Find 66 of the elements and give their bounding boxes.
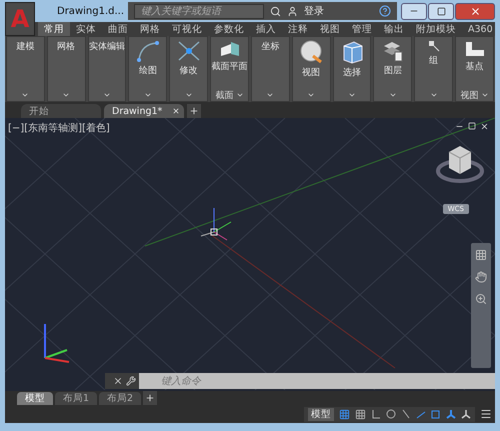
- ribbon-tab[interactable]: 常用: [38, 22, 70, 36]
- layout-tab[interactable]: 布局1: [55, 392, 98, 405]
- minimize-button[interactable]: [401, 2, 427, 20]
- dropdown-icon[interactable]: [430, 91, 438, 99]
- ribbon-tab[interactable]: 实体: [70, 22, 102, 36]
- ribbon-tab[interactable]: 插入: [250, 22, 282, 36]
- dropdown-icon[interactable]: [62, 91, 70, 99]
- base-point-icon: [464, 40, 486, 58]
- file-tab[interactable]: 开始: [21, 104, 101, 118]
- close-icon[interactable]: [172, 107, 180, 115]
- close-icon[interactable]: [480, 122, 489, 131]
- layout-tab[interactable]: 布局2: [99, 392, 142, 405]
- layout-tab[interactable]: 模型: [17, 392, 53, 405]
- ribbon-tab[interactable]: 参数化: [208, 22, 250, 36]
- pan-icon[interactable]: [475, 271, 487, 283]
- dropdown-icon[interactable]: [307, 91, 316, 99]
- plus-icon: [189, 106, 199, 116]
- sign-in-link[interactable]: 登录: [304, 4, 324, 18]
- dropdown-icon[interactable]: [348, 91, 356, 99]
- restore-icon[interactable]: [468, 122, 476, 130]
- maximize-button[interactable]: [428, 2, 454, 20]
- ribbon-tab[interactable]: 可视化: [166, 22, 208, 36]
- dropdown-icon[interactable]: [388, 91, 397, 99]
- ribbon-button[interactable]: 截面平面: [211, 37, 248, 89]
- sphere-icon: [299, 40, 324, 64]
- plane-icon: [218, 40, 241, 58]
- dropdown-icon[interactable]: [21, 91, 30, 99]
- help-icon[interactable]: [379, 5, 391, 17]
- viewport-label[interactable]: [−][东南等轴测][着色]: [8, 121, 110, 135]
- ribbon-tab[interactable]: 输出: [378, 22, 410, 36]
- dropdown-icon[interactable]: [236, 91, 244, 99]
- menu-icon[interactable]: [480, 408, 492, 420]
- close-icon[interactable]: [113, 376, 123, 386]
- zoom-icon[interactable]: [475, 293, 487, 305]
- ribbon-tab[interactable]: 曲面: [102, 22, 134, 36]
- close-button[interactable]: [455, 2, 495, 20]
- panel-title: 截面: [216, 90, 234, 102]
- search-icon[interactable]: [270, 6, 282, 16]
- ribbon-tab[interactable]: 注释: [282, 22, 314, 36]
- command-input[interactable]: 键入命令: [139, 373, 495, 389]
- maximize-icon: [436, 6, 446, 16]
- ribbon-button[interactable]: 基点: [456, 37, 493, 89]
- layers-icon: [382, 40, 404, 62]
- arc-icon: [134, 40, 161, 62]
- wrench-icon[interactable]: [126, 376, 136, 386]
- dropdown-icon[interactable]: [144, 91, 152, 99]
- ribbon-tab[interactable]: 管理: [346, 22, 378, 36]
- ribbon-tab[interactable]: 网格: [134, 22, 166, 36]
- cross-icon: [176, 40, 202, 62]
- grid-icon[interactable]: [339, 408, 350, 420]
- dropdown-icon[interactable]: [184, 91, 193, 99]
- user-icon: [287, 6, 298, 16]
- model-button[interactable]: 模型: [308, 408, 334, 420]
- dropdown-icon[interactable]: [103, 91, 112, 99]
- close-icon: [470, 6, 480, 16]
- dropdown-icon[interactable]: [480, 91, 489, 99]
- new-layout-button[interactable]: [143, 391, 158, 405]
- ribbon-tab[interactable]: 视图: [314, 22, 346, 36]
- new-tab-button[interactable]: [187, 104, 201, 118]
- plus-icon: [145, 393, 156, 403]
- dropdown-icon[interactable]: [266, 91, 274, 99]
- ribbon-tab[interactable]: A360: [462, 22, 499, 36]
- panel-title: 视图: [460, 90, 479, 102]
- document-title: Drawing1.d...: [57, 6, 124, 16]
- file-tab[interactable]: Drawing1*: [104, 104, 184, 118]
- ribbon-tab[interactable]: 附加模块: [410, 22, 462, 36]
